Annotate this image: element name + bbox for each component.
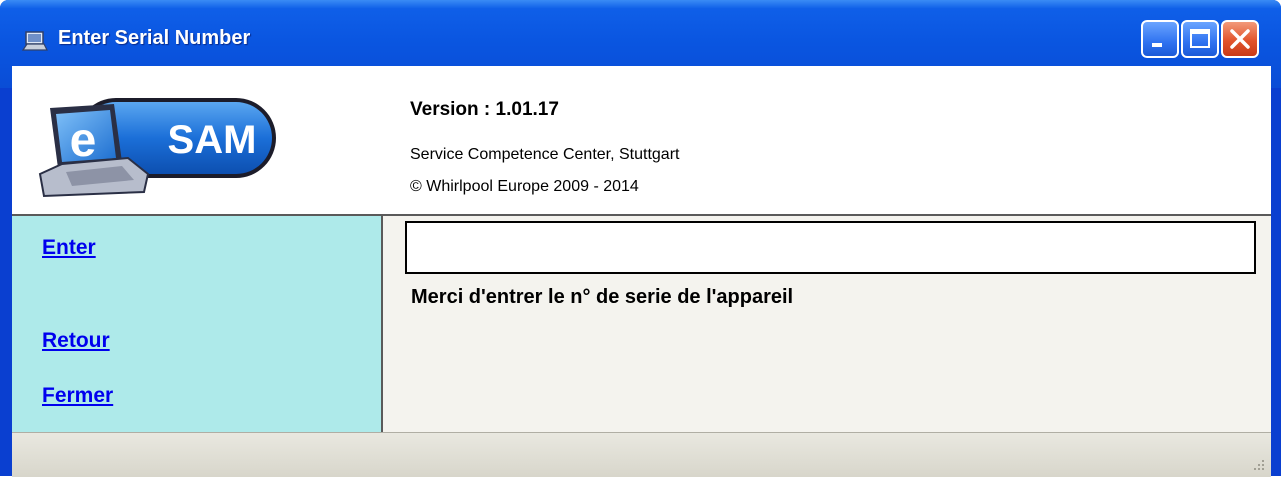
minimize-button[interactable] xyxy=(1141,20,1179,58)
window: Enter Serial Number e SAM Version: 1.01… xyxy=(0,0,1281,477)
client-area: e SAM Version : 1.01.17 Service Competen… xyxy=(12,66,1271,477)
window-title: Enter Serial Number xyxy=(58,27,251,49)
header-panel: e SAM Version : 1.01.17 Service Competen… xyxy=(12,66,1271,214)
serial-number-input[interactable] xyxy=(405,221,1256,274)
enter-link[interactable]: Enter xyxy=(42,236,96,260)
copyright-label: © Whirlpool Europe 2009 - 2014 xyxy=(410,178,639,195)
company-label: Service Competence Center, Stuttgart xyxy=(410,146,680,163)
svg-text:SAM: SAM xyxy=(168,118,257,162)
retour-link[interactable]: Retour xyxy=(42,329,110,353)
status-bar xyxy=(12,432,1271,477)
minimize-icon xyxy=(1152,43,1162,47)
resize-grip-icon[interactable] xyxy=(1251,457,1265,471)
maximize-icon xyxy=(1190,29,1210,48)
app-icon xyxy=(22,31,48,51)
close-icon xyxy=(1230,29,1250,49)
main-panel: Merci d'entrer le n° de serie de l'appar… xyxy=(383,214,1271,432)
maximize-button[interactable] xyxy=(1181,20,1219,58)
serial-prompt-label: Merci d'entrer le n° de serie de l'appar… xyxy=(411,286,794,308)
esam-logo: e SAM xyxy=(38,98,276,198)
fermer-link[interactable]: Fermer xyxy=(42,384,113,408)
version-label: Version : 1.01.17 xyxy=(410,99,559,120)
close-button[interactable] xyxy=(1221,20,1259,58)
nav-panel: Enter Retour Fermer xyxy=(12,214,383,432)
svg-text:e: e xyxy=(70,114,97,167)
